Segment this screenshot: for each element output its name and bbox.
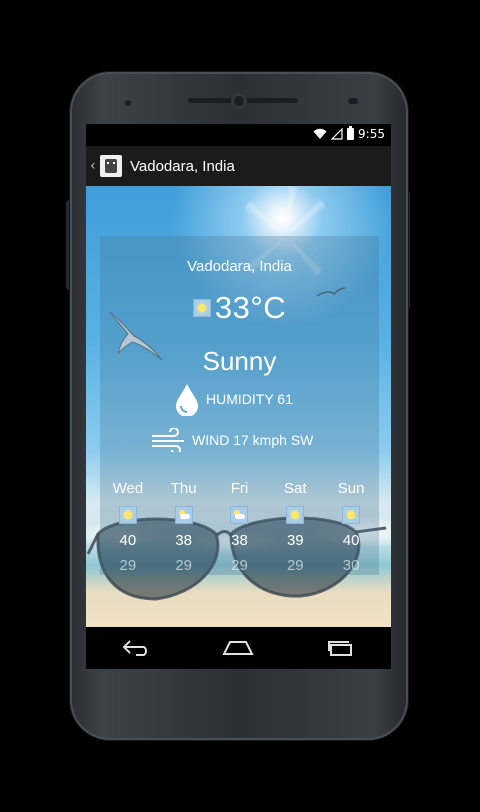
forecast-low: 29: [286, 557, 304, 574]
sunny-icon: [118, 506, 137, 524]
forecast-day: Fri 38 29: [213, 480, 265, 578]
forecast-day-name: Fri: [230, 480, 249, 497]
forecast-low: 29: [119, 557, 137, 574]
forecast-day-name: Sun: [337, 480, 365, 497]
action-bar[interactable]: ‹ Vadodara, India: [86, 146, 391, 186]
wind-row: WIND 17 kmph SW: [150, 428, 313, 452]
forecast-high: 40: [342, 532, 360, 549]
forecast-day-name: Thu: [170, 480, 197, 497]
recents-icon: [328, 641, 353, 656]
nav-home-button[interactable]: [213, 633, 263, 663]
wind-label: WIND 17 kmph SW: [192, 432, 314, 448]
nav-recents-button[interactable]: [315, 633, 365, 663]
forecast-day: Sat 39 29: [269, 480, 321, 578]
weather-panel: Vadodara, India 33°C Sunny HUMIDITY 61 W…: [100, 236, 379, 575]
forecast-row: Wed 40 29 Thu 38 29 Fri 38 29 Sat 39 29 …: [100, 480, 379, 578]
nav-back-button[interactable]: [112, 633, 162, 663]
device-screen: 9:55 ‹ Vadodara, India Vadodara, India 3…: [86, 124, 391, 669]
status-bar: 9:55: [86, 124, 391, 146]
humidity-label: HUMIDITY 61: [206, 391, 293, 407]
humidity-row: HUMIDITY 61: [174, 382, 293, 416]
forecast-low: 29: [231, 557, 248, 574]
wifi-icon: [313, 128, 327, 139]
signal-icon: [331, 128, 343, 140]
front-camera: [231, 93, 247, 109]
back-icon: [122, 640, 147, 656]
location-label: Vadodara, India: [187, 258, 292, 275]
water-drop-icon: [176, 384, 198, 416]
partly-cloudy-icon: [230, 506, 249, 524]
partly-cloudy-icon: [174, 506, 193, 524]
home-icon: [222, 641, 255, 655]
navigation-bar: [86, 627, 391, 669]
forecast-high: 40: [119, 532, 137, 549]
proximity-sensor: [125, 100, 131, 106]
current-temperature-row: 33°C: [100, 290, 379, 326]
forecast-low: 29: [175, 557, 193, 574]
up-caret-icon[interactable]: ‹: [90, 158, 98, 174]
forecast-day-name: Wed: [112, 480, 144, 497]
forecast-high: 38: [231, 532, 248, 549]
forecast-day: Thu 38 29: [158, 480, 210, 578]
sunny-icon: [192, 299, 211, 317]
forecast-day: Wed 40 29: [102, 480, 154, 578]
battery-icon: [347, 126, 355, 140]
app-icon[interactable]: [100, 155, 122, 177]
current-temperature: 33°C: [214, 290, 287, 325]
sunny-icon: [286, 506, 305, 524]
forecast-high: 38: [175, 532, 193, 549]
status-time: 9:55: [358, 127, 385, 141]
forecast-day-name: Sat: [284, 480, 307, 497]
forecast-low: 30: [342, 557, 360, 574]
light-sensor: [348, 98, 358, 104]
wind-icon: [152, 428, 184, 452]
condition-label: Sunny: [202, 346, 277, 376]
forecast-high: 39: [286, 532, 304, 549]
forecast-day: Sun 40 30: [325, 480, 377, 578]
action-bar-title: Vadodara, India: [130, 157, 235, 175]
sunny-icon: [342, 506, 361, 524]
